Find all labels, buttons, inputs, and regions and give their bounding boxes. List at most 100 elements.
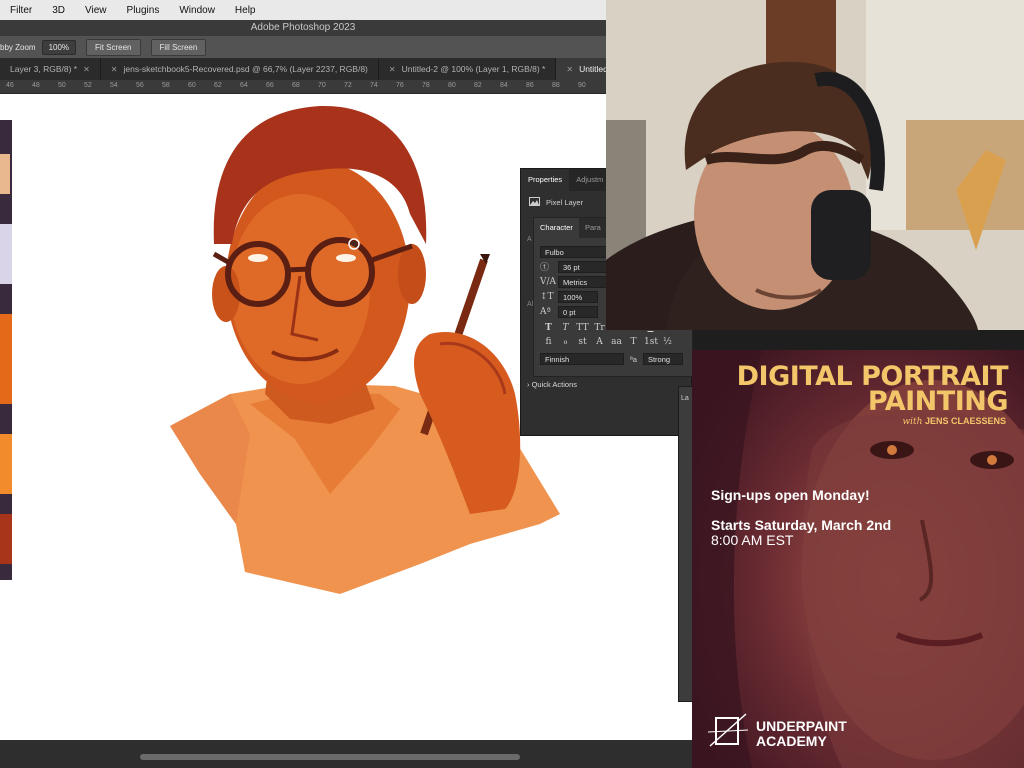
promo-signups: Sign-ups open Monday! xyxy=(711,487,870,503)
fit-screen-button[interactable]: Fit Screen xyxy=(86,38,141,56)
close-icon[interactable]: ✕ xyxy=(389,65,396,74)
layers-label: La xyxy=(681,395,689,402)
horizontal-scrollbar[interactable] xyxy=(0,740,692,768)
language-select[interactable]: Finnish xyxy=(540,353,624,365)
logo-text-line2: ACADEMY xyxy=(756,732,827,749)
doc-tab-label: jens-sketchbook5-Recovered.psd @ 66,7% (… xyxy=(123,64,368,74)
horizontal-ruler: 46 48 50 52 54 56 58 60 62 64 66 68 70 7… xyxy=(0,80,606,94)
font-family-field[interactable]: Fulbo xyxy=(540,245,610,258)
underpaint-logo: UNDERPAINT ACADEMY xyxy=(707,712,847,755)
ruler-tick: 70 xyxy=(318,82,326,89)
document-tabs: Layer 3, RGB/8) * ✕ ✕ jens-sketchbook5-Rec… xyxy=(0,58,606,80)
doc-tab-label: Untitled-2 @ 100% (Layer 1, RGB/8) * xyxy=(401,64,546,74)
ordinals-button[interactable]: 1st xyxy=(644,337,658,347)
baseline-shift-icon: Aª xyxy=(540,306,551,317)
doc-tab-untitled-2[interactable]: ✕ Untitled-2 @ 100% (Layer 1, RGB/8) * xyxy=(379,58,557,80)
anti-alias-label: ªa xyxy=(630,354,637,364)
promo-author: JENS CLAESSENS xyxy=(924,416,1006,426)
ruler-tick: 66 xyxy=(266,82,274,89)
ruler-tick: 76 xyxy=(396,82,404,89)
ligatures-button[interactable]: fi xyxy=(542,337,555,347)
small-caps-button[interactable]: Tr xyxy=(593,323,606,333)
menu-bar: Filter 3D View Plugins Window Help xyxy=(0,0,606,20)
faux-italic-button[interactable]: T xyxy=(559,323,572,333)
ruler-tick: 60 xyxy=(188,82,196,89)
menu-view[interactable]: View xyxy=(75,5,117,16)
ruler-tick: 90 xyxy=(578,82,586,89)
logo-text-line1: UNDERPAINT xyxy=(756,717,847,734)
faux-bold-button[interactable]: T xyxy=(542,323,555,333)
ruler-tick: 46 xyxy=(6,82,14,89)
titling-alternates-button[interactable]: T xyxy=(627,337,640,347)
scrubby-zoom-label[interactable]: bby Zoom xyxy=(0,43,36,52)
promo-card: DIGITAL PORTRAIT PAINTING with JENS CLAE… xyxy=(692,350,1024,768)
doc-tab-untitled-3[interactable]: ✕ Untitled-3 @ xyxy=(556,58,606,80)
window-title: Adobe Photoshop 2023 xyxy=(0,20,606,36)
promo-time: 8:00 AM EST xyxy=(711,532,794,548)
menu-3d[interactable]: 3D xyxy=(42,5,75,16)
promo-byline: with JENS CLAESSENS xyxy=(902,416,1006,427)
scrollbar-thumb[interactable] xyxy=(140,754,520,760)
pixel-layer-label: Pixel Layer xyxy=(546,198,584,207)
vertical-scale-icon: ↕T xyxy=(540,291,554,302)
kerning-field[interactable]: Metrics xyxy=(558,275,608,288)
fractions-button[interactable]: ½ xyxy=(661,337,674,347)
webcam-image xyxy=(606,0,1024,330)
chevron-right-icon: › xyxy=(527,380,530,389)
fill-screen-button[interactable]: Fill Screen xyxy=(150,38,207,56)
menu-plugins[interactable]: Plugins xyxy=(117,5,170,16)
doc-tab-layer3[interactable]: Layer 3, RGB/8) * ✕ xyxy=(0,58,101,80)
ruler-tick: 80 xyxy=(448,82,456,89)
doc-tab-label: Layer 3, RGB/8) * xyxy=(10,64,78,74)
ruler-tick: 72 xyxy=(344,82,352,89)
close-icon[interactable]: ✕ xyxy=(566,65,573,74)
tab-adjustments[interactable]: Adjustm xyxy=(569,169,610,191)
baseline-shift-field[interactable]: 0 pt xyxy=(558,305,598,318)
anti-alias-select[interactable]: Strong xyxy=(642,353,683,365)
ruler-tick: 74 xyxy=(370,82,378,89)
opentype-buttons: fi ℴ st A aa T 1st ½ xyxy=(534,333,692,347)
promo-title: DIGITAL PORTRAIT PAINTING xyxy=(737,363,1009,417)
swash-button[interactable]: A xyxy=(593,337,606,347)
ruler-tick: 88 xyxy=(552,82,560,89)
doc-tab-sketchbook[interactable]: ✕ jens-sketchbook5-Recovered.psd @ 66,7% … xyxy=(101,58,379,80)
options-bar: bby Zoom 100% Fit Screen Fill Screen xyxy=(0,36,606,58)
portrait-painting xyxy=(170,105,560,594)
vertical-scale-field[interactable]: 100% xyxy=(558,290,598,303)
image-icon xyxy=(529,197,540,208)
tab-paragraph[interactable]: Para xyxy=(579,218,607,238)
ruler-tick: 78 xyxy=(422,82,430,89)
ruler-tick: 86 xyxy=(526,82,534,89)
discretionary-ligatures-button[interactable]: st xyxy=(576,337,589,347)
ruler-tick: 48 xyxy=(32,82,40,89)
menu-window[interactable]: Window xyxy=(169,5,225,16)
promo-title-line2: PAINTING xyxy=(867,386,1009,417)
alt-ligatures-button[interactable]: ℴ xyxy=(559,337,572,347)
stylistic-alternates-button[interactable]: aa xyxy=(610,337,623,347)
tab-properties[interactable]: Properties xyxy=(521,169,570,191)
quick-actions-row[interactable]: › Quick Actions xyxy=(527,380,577,389)
close-icon[interactable]: ✕ xyxy=(111,65,118,74)
ruler-tick: 56 xyxy=(136,82,144,89)
promo-with: with xyxy=(902,417,923,427)
doc-tab-label: Untitled-3 @ xyxy=(579,64,606,74)
zoom-value-field[interactable]: 100% xyxy=(41,39,77,55)
ruler-tick: 68 xyxy=(292,82,300,89)
menu-help[interactable]: Help xyxy=(225,5,266,16)
kerning-icon: V/A xyxy=(540,276,557,287)
ruler-tick: 58 xyxy=(162,82,170,89)
partial-artwork-left xyxy=(0,120,12,580)
menu-filter[interactable]: Filter xyxy=(0,5,42,16)
tab-character[interactable]: Character xyxy=(534,218,579,238)
quick-actions-label: Quick Actions xyxy=(531,380,578,389)
close-icon[interactable]: ✕ xyxy=(83,65,90,74)
ruler-tick: 54 xyxy=(110,82,118,89)
all-caps-button[interactable]: TT xyxy=(576,323,589,333)
ruler-tick: 82 xyxy=(474,82,482,89)
ruler-tick: 62 xyxy=(214,82,222,89)
ruler-tick: 84 xyxy=(500,82,508,89)
webcam-feed xyxy=(606,0,1024,330)
font-size-field[interactable]: 36 pt xyxy=(558,260,608,273)
promo-starts: Starts Saturday, March 2nd xyxy=(711,517,892,533)
underpaint-logo-icon xyxy=(707,712,749,755)
